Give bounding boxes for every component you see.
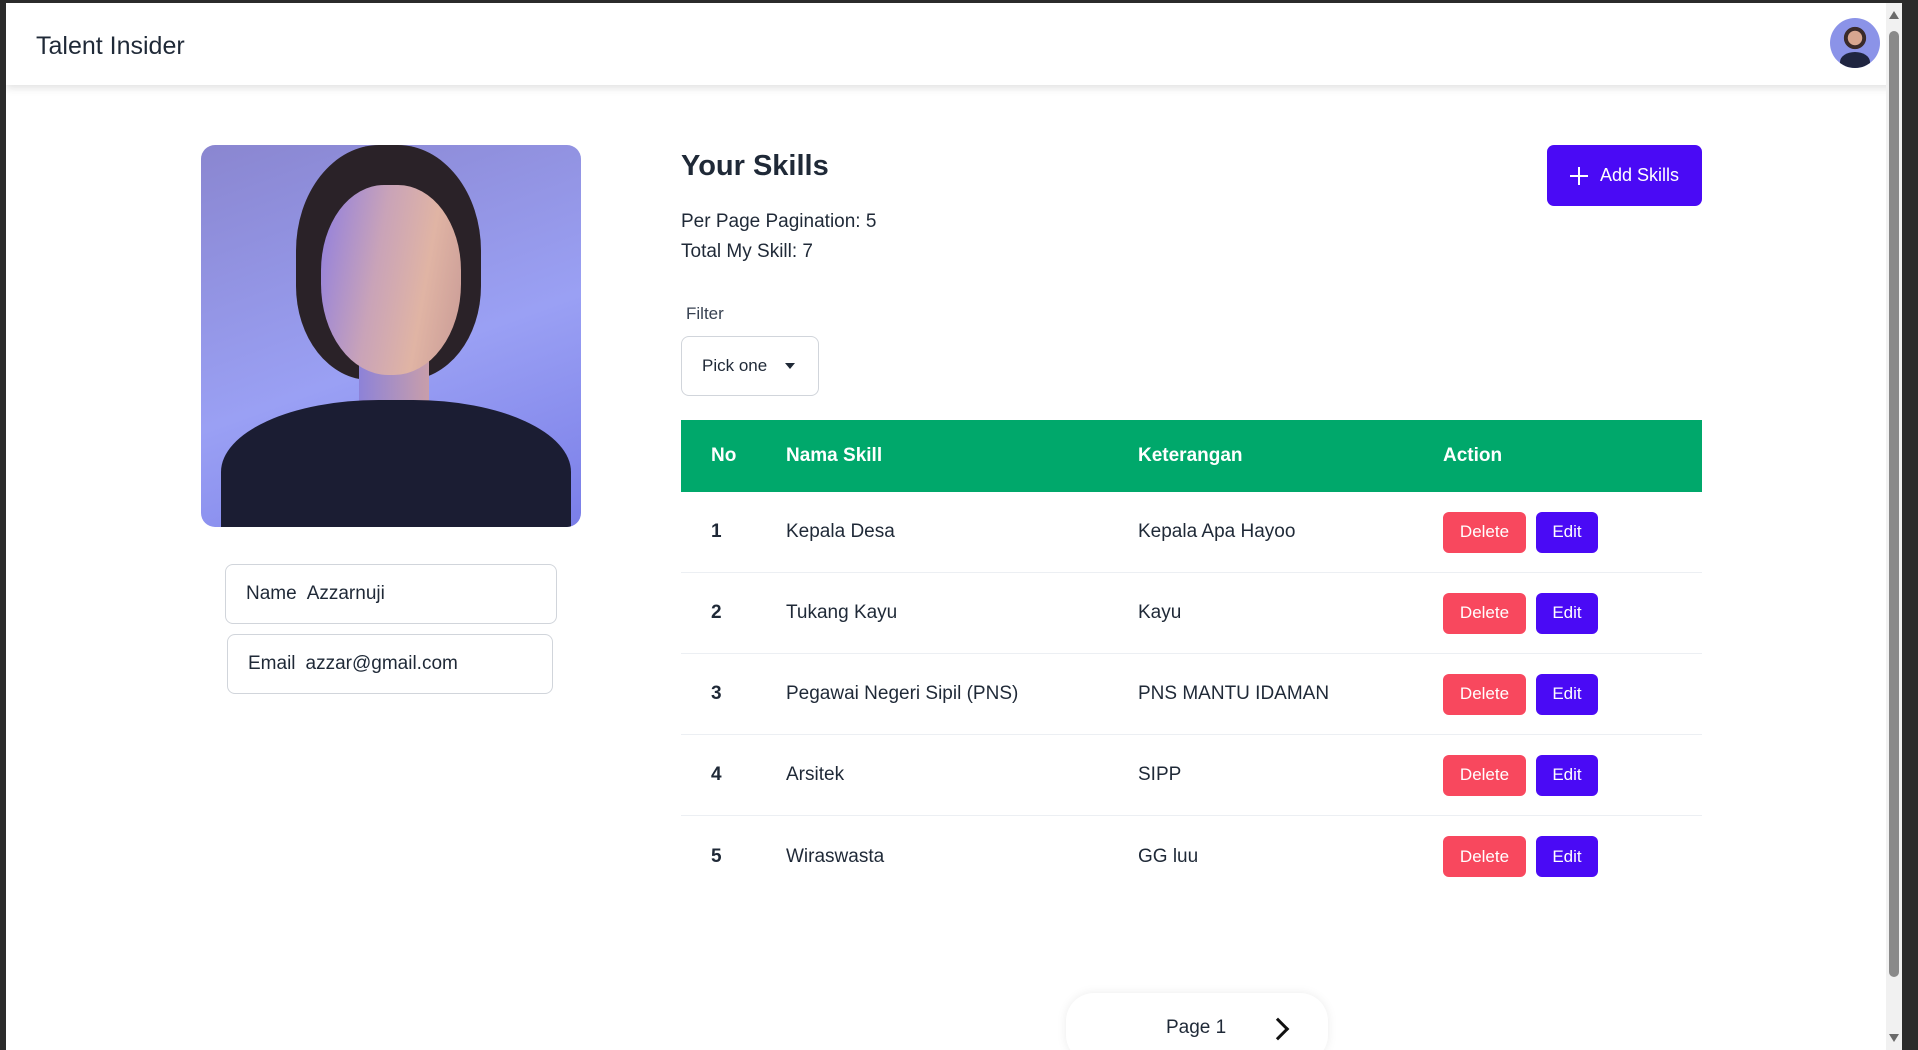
- skills-table: No Nama Skill Keterangan Action 1 Kepala…: [681, 420, 1702, 897]
- row-skill-name: Wiraswasta: [786, 845, 885, 867]
- filter-select[interactable]: Pick one: [681, 336, 819, 396]
- edit-button[interactable]: Edit: [1536, 836, 1598, 877]
- column-header-action: Action: [1443, 445, 1503, 466]
- scroll-down-icon[interactable]: [1889, 1034, 1899, 1042]
- row-no: 2: [711, 602, 722, 623]
- email-value: azzar@gmail.com: [305, 653, 458, 674]
- edit-button[interactable]: Edit: [1536, 592, 1598, 634]
- row-no: 5: [711, 845, 722, 867]
- scrollbar-thumb[interactable]: [1889, 31, 1899, 977]
- edit-button[interactable]: Edit: [1536, 673, 1598, 715]
- page-title: Your Skills: [681, 150, 829, 182]
- row-keterangan: PNS MANTU IDAMAN: [1138, 683, 1330, 704]
- column-header-keterangan: Keterangan: [1138, 445, 1243, 466]
- per-page-text: Per Page Pagination: 5: [681, 211, 877, 232]
- delete-button[interactable]: Delete: [1443, 673, 1526, 715]
- table-row: 4 Arsitek SIPP Delete Edit: [681, 735, 1702, 816]
- plus-icon: [1569, 166, 1588, 185]
- column-header-no: No: [711, 445, 737, 466]
- scroll-up-icon[interactable]: [1889, 11, 1899, 19]
- profile-name-field: Name Azzarnuji: [225, 564, 557, 624]
- table-row: 3 Pegawai Negeri Sipil (PNS) PNS MANTU I…: [681, 654, 1702, 735]
- table-row: 2 Tukang Kayu Kayu Delete Edit: [681, 573, 1702, 654]
- table-row: 1 Kepala Desa Kepala Apa Hayoo Delete Ed…: [681, 492, 1702, 573]
- top-navbar: Talent Insider: [6, 3, 1896, 85]
- app-brand[interactable]: Talent Insider: [36, 32, 185, 61]
- row-no: 1: [711, 521, 722, 542]
- row-skill-name: Kepala Desa: [786, 521, 895, 542]
- row-keterangan: GG luu: [1138, 845, 1199, 867]
- total-skill-text: Total My Skill: 7: [681, 241, 813, 262]
- email-label: Email: [248, 653, 296, 674]
- add-skills-label: Add Skills: [1599, 165, 1680, 185]
- pagination: Page 1: [1066, 993, 1328, 1050]
- row-no: 3: [711, 683, 722, 704]
- browser-window: Talent Insider Name Azzarnuji Email azza…: [6, 3, 1902, 1050]
- caret-down-icon: [785, 363, 796, 369]
- profile-email-field: Email azzar@gmail.com: [227, 634, 553, 694]
- name-value: Azzarnuji: [306, 583, 385, 604]
- user-avatar[interactable]: [1830, 18, 1880, 68]
- delete-button[interactable]: Delete: [1443, 836, 1526, 877]
- add-skills-button[interactable]: Add Skills: [1547, 145, 1702, 206]
- chevron-right-icon[interactable]: [1266, 1017, 1290, 1040]
- vertical-scrollbar[interactable]: [1886, 3, 1902, 1050]
- name-label: Name: [246, 583, 297, 604]
- row-skill-name: Arsitek: [786, 764, 845, 785]
- row-skill-name: Pegawai Negeri Sipil (PNS): [786, 683, 1019, 704]
- filter-value: Pick one: [702, 356, 768, 375]
- delete-button[interactable]: Delete: [1443, 754, 1526, 796]
- edit-button[interactable]: Edit: [1536, 511, 1598, 553]
- profile-photo: [201, 145, 581, 527]
- column-header-name: Nama Skill: [786, 445, 883, 466]
- page-indicator: Page 1: [1166, 1017, 1227, 1038]
- row-no: 4: [711, 764, 722, 785]
- delete-button[interactable]: Delete: [1443, 511, 1526, 553]
- filter-label: Filter: [686, 304, 724, 323]
- table-header: No Nama Skill Keterangan Action: [681, 420, 1702, 492]
- delete-button[interactable]: Delete: [1443, 592, 1526, 634]
- table-row: 5 Wiraswasta GG luu Delete Edit: [681, 816, 1702, 897]
- row-keterangan: Kepala Apa Hayoo: [1138, 521, 1296, 542]
- edit-button[interactable]: Edit: [1536, 754, 1598, 796]
- row-keterangan: SIPP: [1138, 764, 1182, 785]
- row-keterangan: Kayu: [1138, 602, 1182, 623]
- row-skill-name: Tukang Kayu: [786, 602, 898, 623]
